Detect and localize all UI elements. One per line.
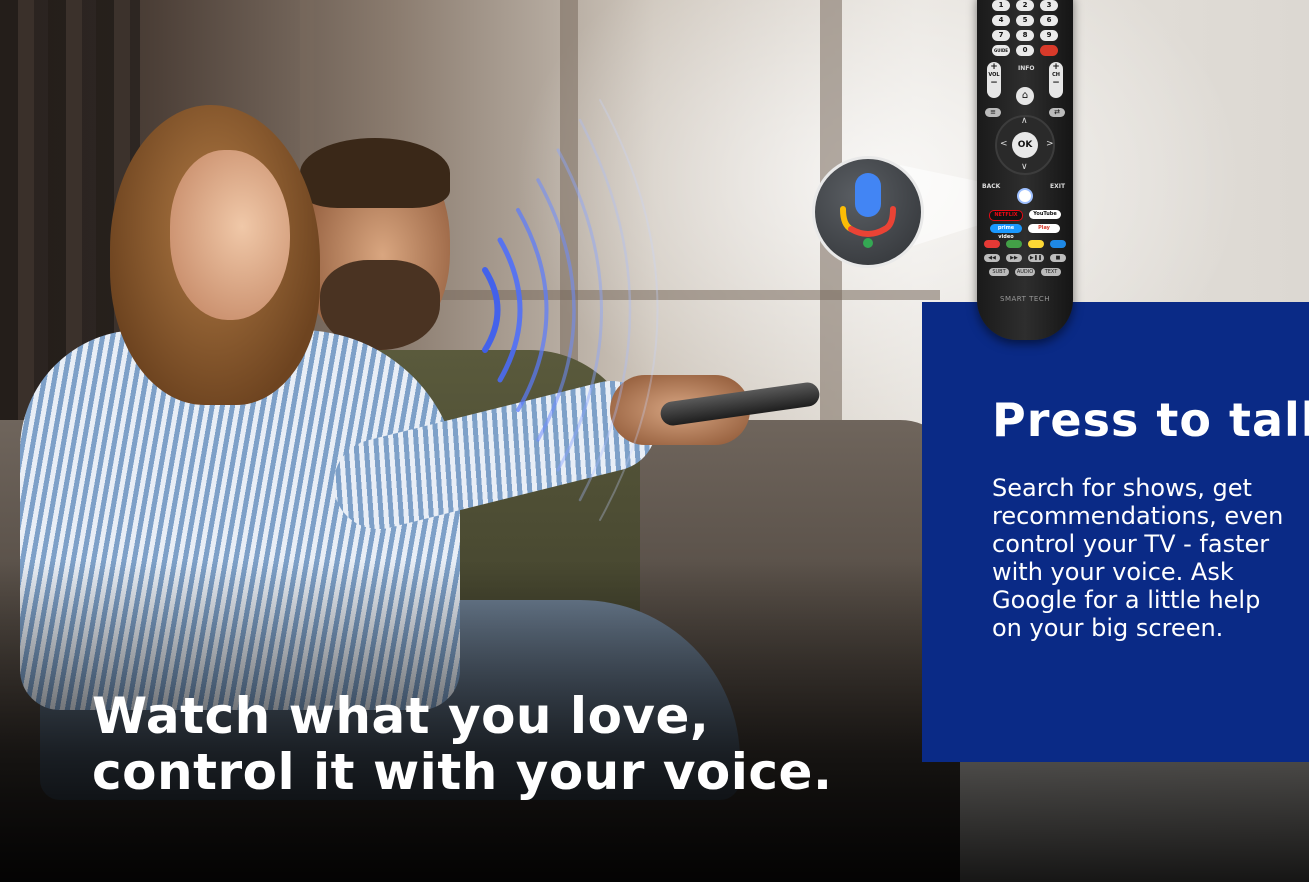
remote-key-4: 4: [992, 15, 1010, 26]
panel-body-line: Search for shows, get: [992, 474, 1252, 502]
panel-body-line: Google for a little help: [992, 586, 1261, 614]
remote-app-row-2: prime video Play: [977, 224, 1073, 240]
rewind-icon: ◀◀: [984, 254, 1000, 262]
remote-key-2: 2: [1016, 0, 1034, 11]
menu-icon: ≡: [985, 108, 1001, 117]
remote-app-row-1: NETFLIX YouTube: [977, 210, 1073, 221]
remote-red-button: [984, 240, 1000, 248]
hero-headline-line1: Watch what you love,: [92, 687, 710, 745]
remote-key-guide: GUIDE: [992, 45, 1010, 56]
remote-yellow-button: [1028, 240, 1044, 248]
hero-headline-line2: control it with your voice.: [92, 743, 833, 801]
remote-vol-rocker: + VOL −: [987, 62, 1001, 98]
remote-media-row: ◀◀ ▶▶ ▶❚❚ ■: [977, 254, 1073, 262]
remote-dpad: ∧ < > ∨ OK: [995, 115, 1055, 175]
remote-key-7: 7: [992, 30, 1010, 41]
woman-face: [170, 150, 290, 320]
sound-waves-icon: [482, 99, 659, 521]
remote-audio-button: AUDIO: [1015, 268, 1035, 276]
remote-illustration: 1 2 3 4 5 6 7 8 9 GUIDE 0 + VOL − + CH −: [977, 0, 1073, 340]
left-arrow-icon: <: [1000, 139, 1008, 149]
remote-blue-button: [1050, 240, 1066, 248]
remote-youtube-button: YouTube: [1029, 210, 1061, 219]
man-hair: [300, 138, 450, 208]
stop-icon: ■: [1050, 254, 1066, 262]
remote-key-5: 5: [1016, 15, 1034, 26]
remote-color-row: [977, 240, 1073, 248]
remote-prime-button: prime video: [990, 224, 1022, 240]
down-arrow-icon: ∨: [1021, 162, 1028, 172]
hero-banner: Watch what you love, control it with you…: [0, 0, 1309, 882]
press-to-talk-panel: Press to talk Search for shows, get reco…: [922, 302, 1309, 762]
remote-key-9: 9: [1040, 30, 1058, 41]
fast-forward-icon: ▶▶: [1006, 254, 1022, 262]
remote-brand: SMART TECH: [1000, 295, 1050, 303]
remote-info-label: INFO: [1018, 65, 1035, 72]
panel-title: Press to talk: [992, 393, 1309, 447]
remote-ch-rocker: + CH −: [1049, 62, 1063, 98]
remote-key-6: 6: [1040, 15, 1058, 26]
remote-netflix-button: NETFLIX: [989, 210, 1023, 221]
panel-body-line: on your big screen.: [992, 614, 1224, 642]
right-arrow-icon: >: [1046, 139, 1054, 149]
home-icon: ⌂: [1016, 87, 1034, 105]
remote-back-label: BACK: [982, 183, 1001, 190]
remote-play-button: Play: [1028, 224, 1060, 233]
remote-row-4: GUIDE 0: [977, 45, 1073, 56]
remote-row-1: 1 2 3: [977, 0, 1073, 11]
play-pause-icon: ▶❚❚: [1028, 254, 1044, 262]
remote-text-button: TEXT: [1041, 268, 1061, 276]
panel-body: Search for shows, get recommendations, e…: [992, 474, 1309, 642]
input-icon: ⇄: [1049, 108, 1065, 117]
remote-key-1: 1: [992, 0, 1010, 11]
remote-key-record: [1040, 45, 1058, 56]
hero-headline: Watch what you love, control it with you…: [92, 688, 832, 800]
remote-key-0: 0: [1016, 45, 1034, 56]
remote-subt-button: SUBT: [989, 268, 1009, 276]
panel-body-line: with your voice. Ask: [992, 558, 1234, 586]
google-mic-icon: [840, 173, 896, 248]
panel-body-line: recommendations, even: [992, 502, 1284, 530]
remote-mic-button: [1017, 188, 1033, 204]
remote-key-3: 3: [1040, 0, 1058, 11]
panel-body-line: control your TV - faster: [992, 530, 1270, 558]
remote-green-button: [1006, 240, 1022, 248]
mic-callout: [812, 156, 924, 268]
remote-row-3: 7 8 9: [977, 30, 1073, 41]
remote-exit-label: EXIT: [1050, 183, 1066, 190]
remote-row-2: 4 5 6: [977, 15, 1073, 26]
up-arrow-icon: ∧: [1021, 116, 1028, 126]
remote-bottom-row: SUBT AUDIO TEXT: [977, 268, 1073, 276]
remote-ok-button: OK: [1012, 132, 1038, 158]
remote-key-8: 8: [1016, 30, 1034, 41]
